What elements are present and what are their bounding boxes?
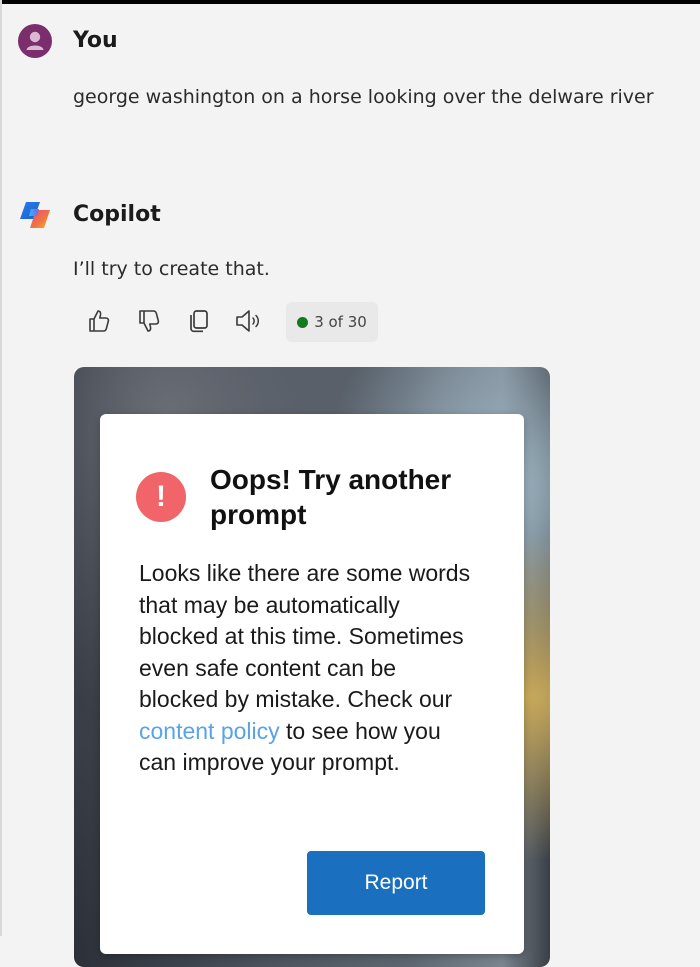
counter-text: 3 of 30 [314,313,367,331]
speaker-icon [236,310,259,332]
error-message: Looks like there are some words that may… [139,558,479,779]
error-card: ! Oops! Try another prompt Looks like th… [100,414,524,954]
top-bar [0,0,700,4]
content-policy-link[interactable]: content policy [139,718,280,744]
report-button[interactable]: Report [307,851,485,915]
copilot-logo-icon [16,197,54,233]
copilot-message: I’ll try to create that. [73,258,270,280]
left-edge [0,0,2,936]
user-avatar [18,24,52,58]
response-counter: 3 of 30 [286,302,378,342]
like-button[interactable] [84,306,114,336]
read-aloud-button[interactable] [234,306,264,336]
person-icon [26,31,44,50]
dislike-button[interactable] [134,306,164,336]
error-message-text: Looks like there are some words that may… [139,560,471,712]
user-name: You [73,28,118,53]
alert-icon: ! [136,472,186,522]
copilot-name: Copilot [73,202,161,227]
status-dot [297,316,309,328]
user-message: george washington on a horse looking ove… [73,86,654,108]
thumbs-down-icon [139,310,160,332]
error-title: Oops! Try another prompt [210,464,452,530]
copy-icon [190,310,208,333]
copy-button[interactable] [184,306,214,336]
thumbs-up-icon [89,310,110,332]
